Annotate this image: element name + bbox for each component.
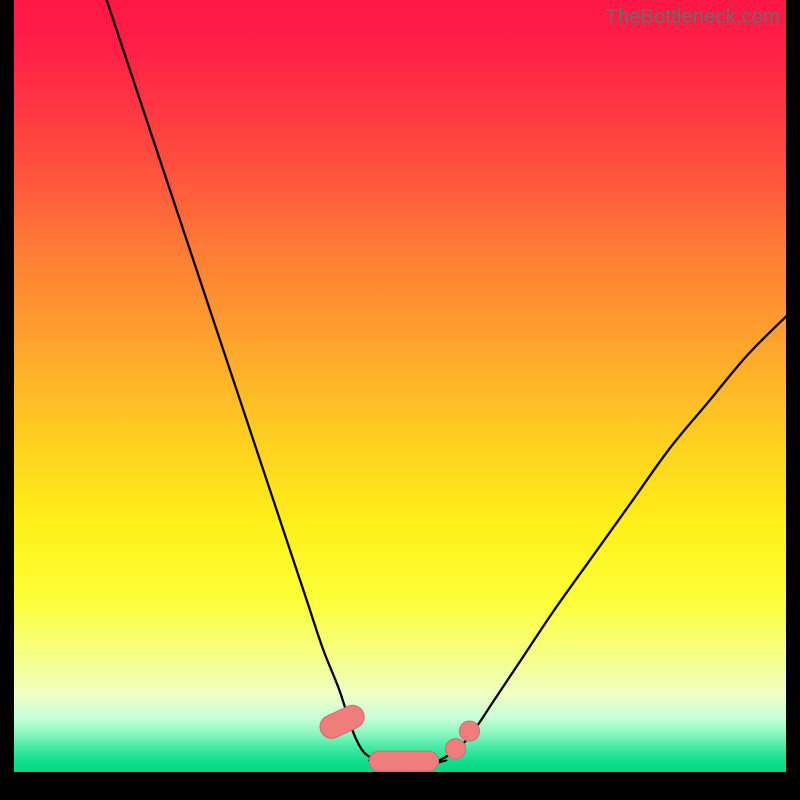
marker-group <box>316 702 479 772</box>
watermark-text: TheBottleneck.com <box>605 6 780 29</box>
plot-area <box>14 0 786 772</box>
marker-dot-2 <box>446 739 466 759</box>
marker-dot-3 <box>459 721 479 741</box>
plot-wrapper <box>14 0 786 786</box>
curve-layer <box>14 0 786 772</box>
series-right-curve <box>415 317 786 769</box>
curve-group <box>107 0 786 768</box>
series-left-curve <box>107 0 416 768</box>
marker-capsule-1 <box>369 751 438 771</box>
marker-capsule-0 <box>316 702 368 743</box>
